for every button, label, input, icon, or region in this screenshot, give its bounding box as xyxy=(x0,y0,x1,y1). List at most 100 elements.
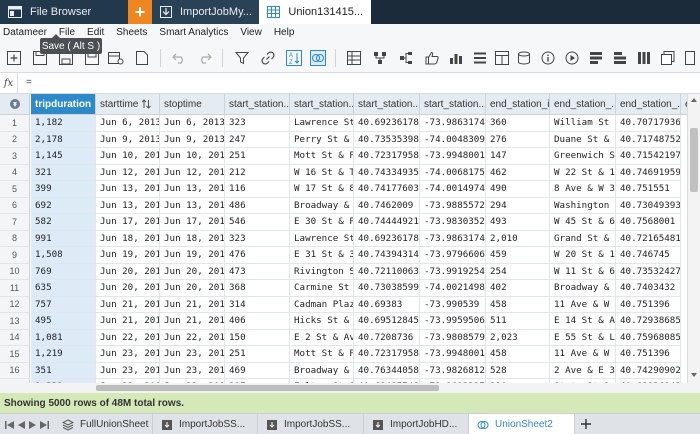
table-cell[interactable]: 40.69383 xyxy=(354,296,420,313)
more-icon[interactable] xyxy=(684,50,696,66)
table-cell[interactable]: 40.751396 xyxy=(616,346,681,363)
table-cell[interactable]: 2,178 xyxy=(31,131,96,148)
tab-import-job[interactable]: ImportJobMy... xyxy=(152,0,259,24)
column-header[interactable]: end_station_... xyxy=(550,94,616,115)
table-cell[interactable]: 40.72317958 xyxy=(354,346,420,363)
table-cell[interactable]: E 30 St & P... xyxy=(290,214,354,231)
table-cell[interactable]: Washington ... xyxy=(550,197,616,214)
table-cell[interactable]: -73.98303529 xyxy=(420,214,486,231)
table-cell[interactable]: -73.98085795 xyxy=(420,329,486,346)
table-cell[interactable]: Jun 23, 201... xyxy=(160,362,225,379)
table-cell[interactable]: Perry St & ... xyxy=(290,131,354,148)
table-cell[interactable]: Jun 19, 201... xyxy=(160,247,225,264)
table-cell[interactable]: Carmine St ... xyxy=(290,280,354,297)
table-cell[interactable]: 1,182 xyxy=(31,115,96,132)
scroll-up-icon[interactable] xyxy=(691,98,697,102)
table-cell[interactable]: Jun 6, 2013... xyxy=(160,115,225,132)
table-cell[interactable]: 40.7403432 xyxy=(616,280,681,297)
table-cell[interactable]: 150 xyxy=(225,329,290,346)
link-icon[interactable] xyxy=(260,50,276,66)
table-cell[interactable]: E 14 St & A... xyxy=(550,313,616,330)
column-header[interactable]: stoptime xyxy=(160,94,225,115)
table-cell[interactable]: Jun 21, 201... xyxy=(96,296,160,313)
table-cell[interactable]: Jun 17, 201... xyxy=(160,214,225,231)
table-cell[interactable]: 2,023 xyxy=(486,329,550,346)
table-cell[interactable]: Mott St & P... xyxy=(290,346,354,363)
table-cell[interactable]: Mott St & P... xyxy=(290,148,354,165)
table-cell[interactable]: -73.98631746 xyxy=(420,115,486,132)
table-cell[interactable]: 476 xyxy=(225,247,290,264)
menu-datameer[interactable]: Datameer xyxy=(0,27,47,38)
redo-icon[interactable] xyxy=(197,50,213,66)
table-cell[interactable]: 40.751396 xyxy=(616,296,681,313)
filter-icon[interactable] xyxy=(234,50,250,66)
table-cell[interactable]: 406 xyxy=(225,313,290,330)
row-number[interactable]: 9 xyxy=(0,247,30,264)
table-cell[interactable]: 1,508 xyxy=(31,247,96,264)
table-cell[interactable]: 321 xyxy=(31,164,96,181)
table-cell[interactable]: E 2 St & Av... xyxy=(290,329,354,346)
table-cell[interactable]: Greenwich S... xyxy=(550,148,616,165)
new-tab-button[interactable]: + xyxy=(128,0,152,24)
table-cell[interactable]: -73.99595065 xyxy=(420,313,486,330)
table-cell[interactable]: 212 xyxy=(225,164,290,181)
row-number[interactable]: 2 xyxy=(0,131,30,148)
table-cell[interactable]: 40.73532427 xyxy=(616,263,681,280)
list-icon[interactable] xyxy=(472,50,488,66)
table-cell[interactable]: Jun 13, 201... xyxy=(160,197,225,214)
table-cell[interactable]: 1,145 xyxy=(31,148,96,165)
table-cell[interactable]: 40.69236178 xyxy=(354,230,420,247)
table-cell[interactable]: 40.72317958 xyxy=(354,148,420,165)
table-cell[interactable]: Jun 9, 2013... xyxy=(160,131,225,148)
table-cell[interactable]: 40.72110063 xyxy=(354,263,420,280)
table-cell[interactable]: 692 xyxy=(31,197,96,214)
sheet-tab-import-ss-1[interactable]: ImportJobSS... xyxy=(153,414,258,434)
table-cell[interactable]: Jun 13, 201... xyxy=(96,197,160,214)
table-cell[interactable]: Jun 13, 201... xyxy=(96,181,160,198)
table-cell[interactable]: 582 xyxy=(31,214,96,231)
column-header[interactable]: start_station... xyxy=(354,94,420,115)
table-cell[interactable]: Cadman Plaz... xyxy=(290,296,354,313)
grid-sheet-icon[interactable] xyxy=(346,50,362,66)
export-data-icon[interactable] xyxy=(612,50,628,66)
table-cell[interactable]: 323 xyxy=(225,230,290,247)
table-cell[interactable]: Broadway & ... xyxy=(290,362,354,379)
table-cell[interactable]: 8 Ave & W 3... xyxy=(550,181,616,198)
table-cell[interactable]: 458 xyxy=(486,296,550,313)
table-cell[interactable]: Jun 23, 201... xyxy=(96,346,160,363)
table-cell[interactable]: 459 xyxy=(486,247,550,264)
horizontal-scroll-thumb[interactable] xyxy=(96,385,439,391)
scroll-down-icon[interactable] xyxy=(691,373,697,377)
table-cell[interactable]: 247 xyxy=(225,131,290,148)
table-cell[interactable]: 40.72938685 xyxy=(616,313,681,330)
table-cell[interactable]: 40.74691959 xyxy=(616,164,681,181)
table-cell[interactable]: Jun 21, 201... xyxy=(96,313,160,330)
table-cell[interactable]: 40.69512845 xyxy=(354,313,420,330)
table-cell[interactable]: Jun 20, 201... xyxy=(160,263,225,280)
row-number[interactable]: 10 xyxy=(0,263,30,280)
table-cell[interactable]: 40.7208736 xyxy=(354,329,420,346)
table-cell[interactable]: 147 xyxy=(486,148,550,165)
sort-ascending-icon[interactable] xyxy=(142,99,152,109)
table-cell[interactable]: -73.98631746 xyxy=(420,230,486,247)
table-cell[interactable]: 2,010 xyxy=(486,230,550,247)
table-cell[interactable]: W 16 St & T... xyxy=(290,164,354,181)
table-cell[interactable]: 2 Ave & E 3... xyxy=(550,362,616,379)
formula-input[interactable]: = xyxy=(26,77,32,88)
table-cell[interactable]: William St ... xyxy=(550,115,616,132)
tab-union-workbook[interactable]: Union131415... xyxy=(259,0,371,24)
menu-view[interactable]: View xyxy=(234,27,262,38)
table-cell[interactable]: Jun 10, 201... xyxy=(96,148,160,165)
column-header[interactable]: start_station... xyxy=(290,94,354,115)
table-cell[interactable]: 294 xyxy=(486,197,550,214)
thumbs-up-icon[interactable] xyxy=(424,50,440,66)
table-cell[interactable]: -73.98268129 xyxy=(420,362,486,379)
horizontal-scrollbar[interactable] xyxy=(0,383,700,393)
table-cell[interactable]: 40.76344058 xyxy=(354,362,420,379)
row-number[interactable]: 8 xyxy=(0,230,30,247)
table-cell[interactable]: 254 xyxy=(486,263,550,280)
row-number[interactable]: 4 xyxy=(0,164,30,181)
document-icon[interactable] xyxy=(134,50,150,66)
chart-icon[interactable] xyxy=(448,50,464,66)
sheet-tab-import-hd[interactable]: ImportJobHD... xyxy=(364,414,469,434)
